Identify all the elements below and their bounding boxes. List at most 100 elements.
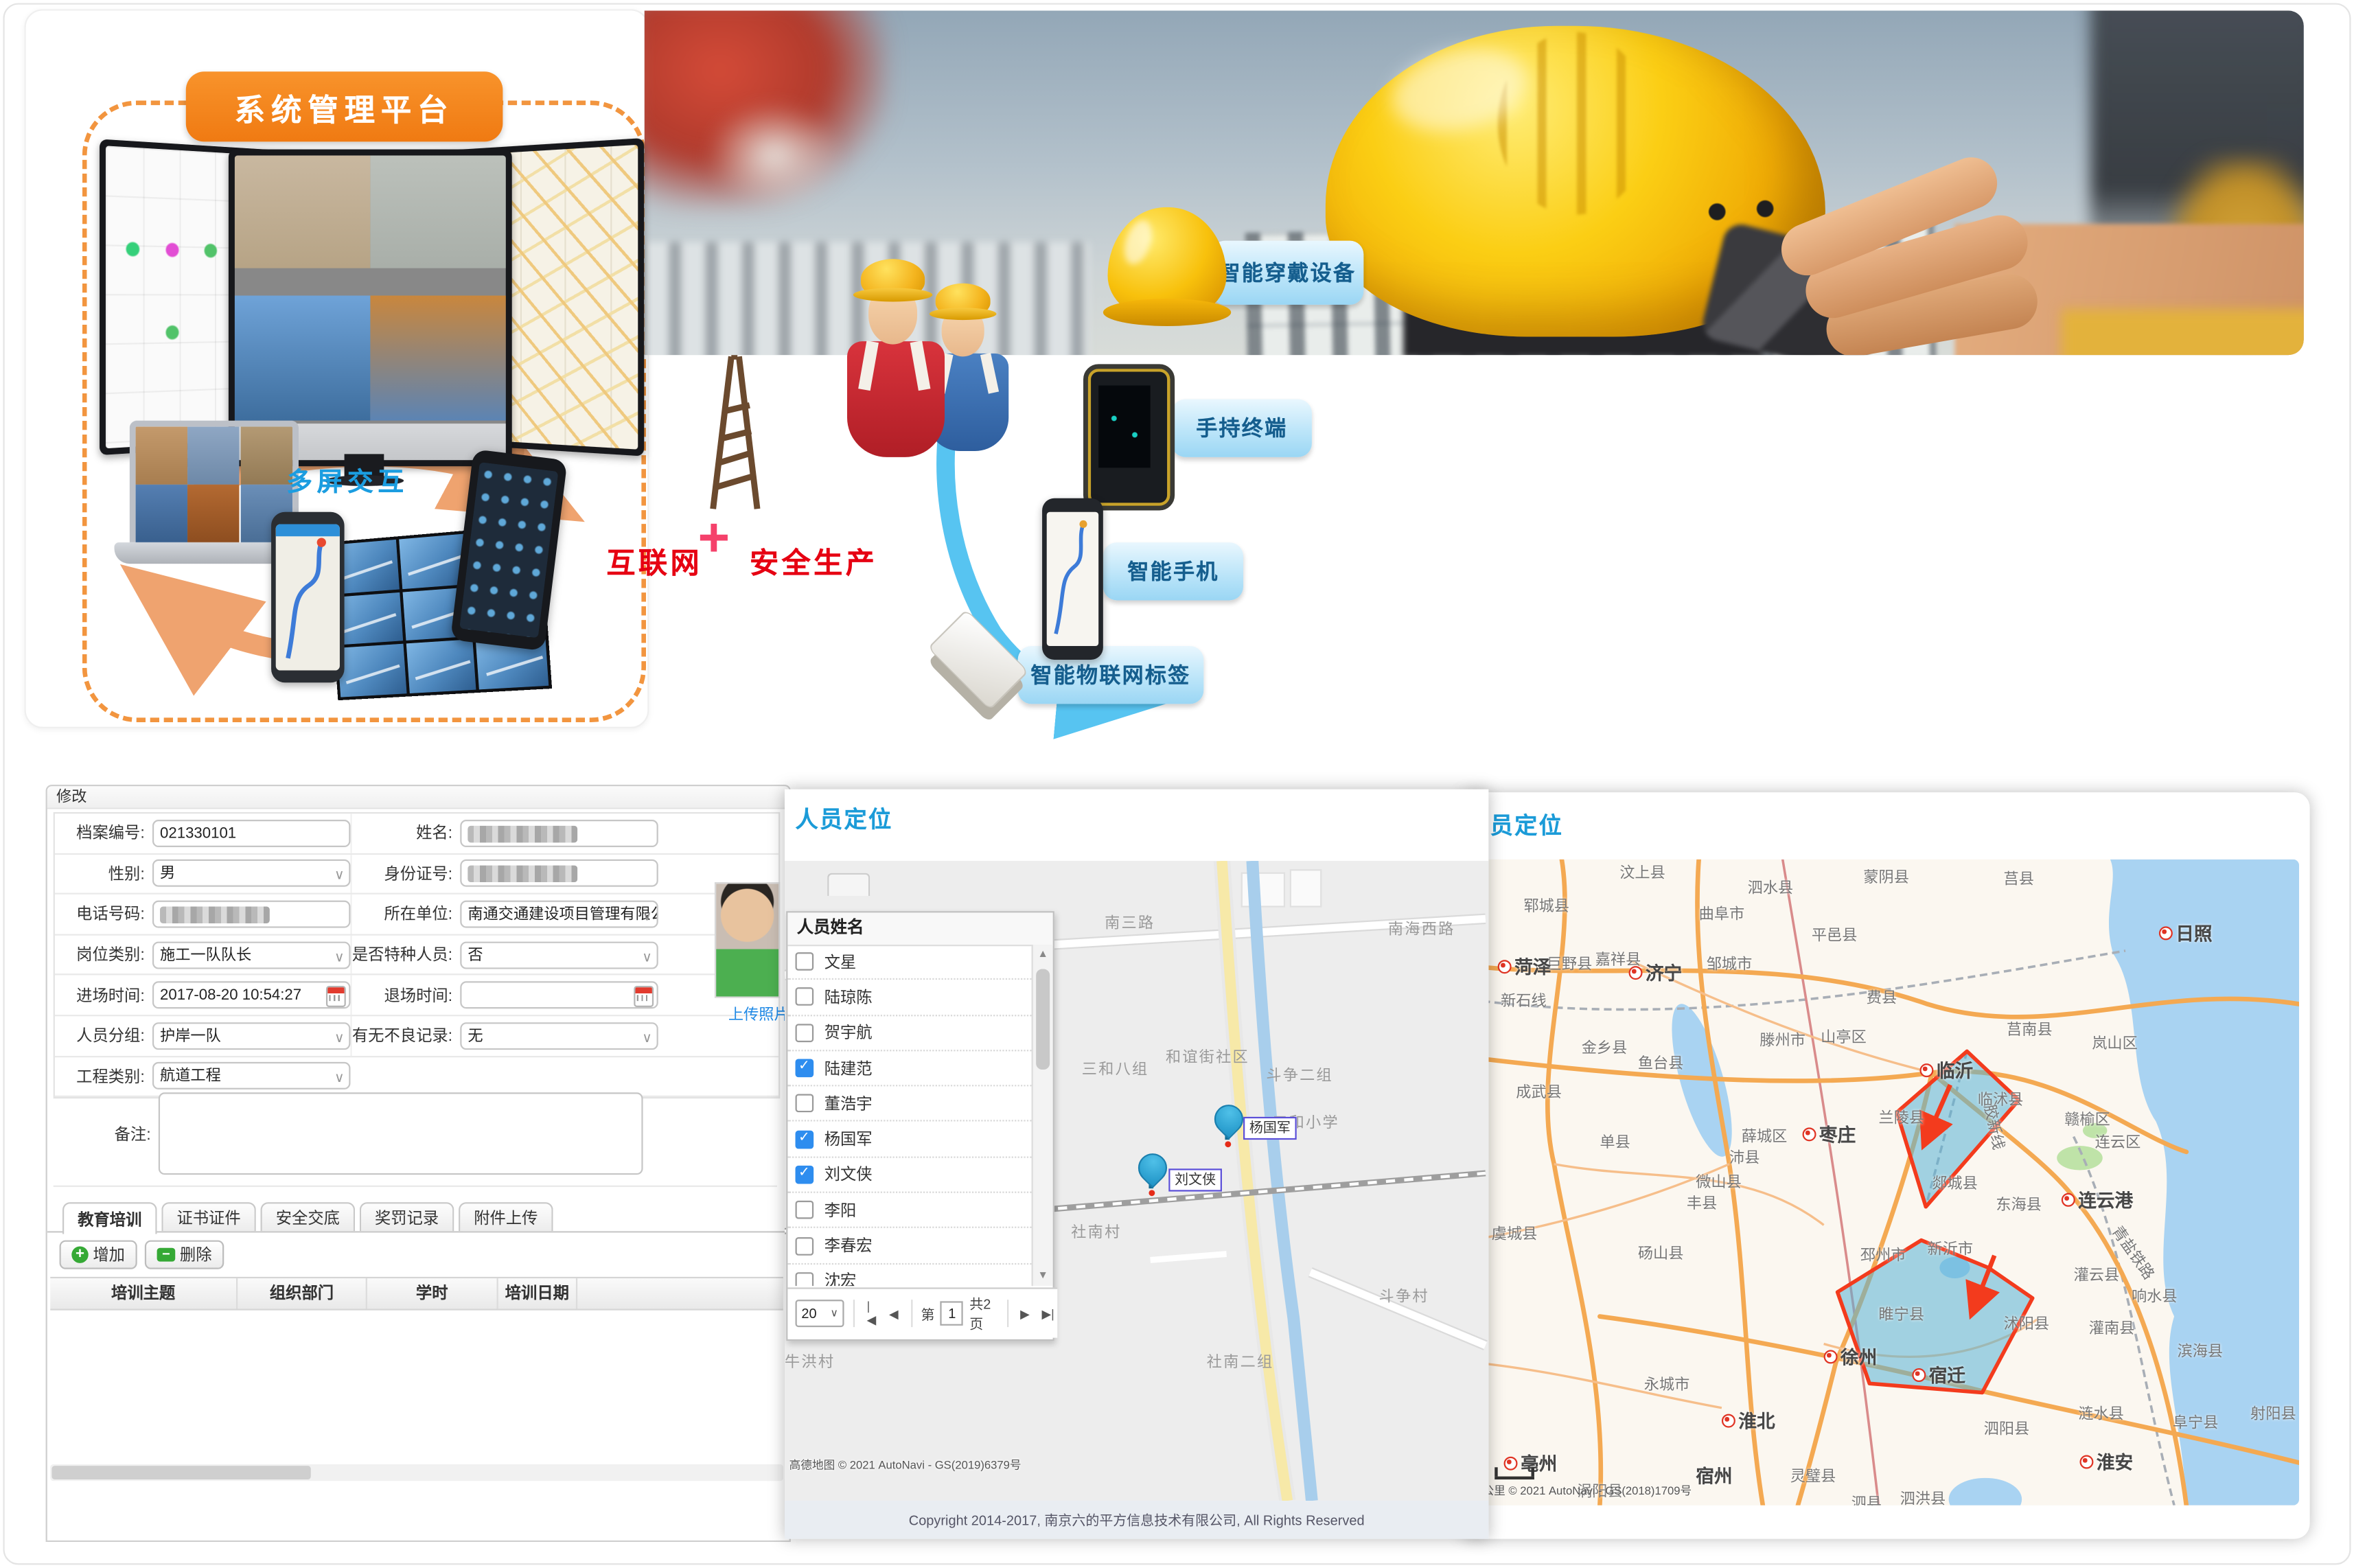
tab[interactable]: 安全交底 [261,1202,356,1231]
form-field[interactable]: ∨ [460,982,658,1009]
form-field[interactable]: 护岸一队 ∨ [152,1022,351,1050]
scroll-down-icon[interactable]: ▼ [1033,1266,1053,1286]
scrollbar-thumb[interactable] [1036,969,1050,1070]
map-label: 响水县 [2132,1283,2178,1306]
calendar-icon[interactable] [634,986,654,1007]
form-field[interactable]: ∨ [460,820,658,847]
personnel-location-panel: 人员定位 南三路南海西路三和八组和谊街社区斗争二组三和小学社南村斗争村牛洪六组牛… [785,789,1488,1539]
list-item[interactable]: 沈宏 [787,1264,1031,1286]
list-item[interactable]: 刘文侠 [787,1157,1031,1193]
prev-page-button[interactable]: ◀ [886,1306,902,1320]
personnel-edit-window: 修改 档案编号: 021330101 ∨ 姓名: ∨ [46,785,791,1542]
form-field[interactable]: ∨ [460,860,658,888]
field-label: 有无不良记录: [350,1016,460,1055]
tab[interactable]: 附件上传 [459,1202,553,1231]
form-field[interactable]: 施工一队队长 ∨ [152,941,351,969]
form-field[interactable]: 男 ∨ [152,860,351,888]
list-item[interactable]: 李春宏 [787,1229,1031,1265]
chevron-down-icon[interactable]: ∨ [334,862,345,888]
form-field[interactable]: 2017-08-20 10:54:27 ∨ [152,982,351,1009]
field-value: 021330101 [160,825,236,842]
list-item[interactable]: 陆琼陈 [787,980,1031,1016]
map-label: 灌云县 [2074,1262,2120,1284]
radio-tower-icon [713,341,757,509]
chevron-down-icon[interactable]: ∨ [334,943,345,969]
person-checkbox[interactable] [796,1236,814,1255]
chevron-down-icon[interactable]: ∨ [334,1024,345,1050]
delete-button[interactable]: −删除 [145,1241,224,1269]
tab[interactable]: 奖罚记录 [360,1202,454,1231]
list-scrollbar[interactable]: ▲ ▼ [1032,945,1053,1286]
scroll-up-icon[interactable]: ▲ [1033,945,1053,965]
add-button[interactable]: +增加 [60,1241,137,1269]
map-label: 鱼台县 [1638,1050,1684,1072]
page-total: 共2页 [969,1293,997,1333]
form-field[interactable]: 021330101 ∨ [152,820,351,847]
form-field[interactable]: 无 ∨ [460,1022,658,1050]
list-item[interactable]: 陆建范 [787,1051,1031,1087]
list-item[interactable]: 杨国军 [787,1122,1031,1158]
remark-textarea[interactable] [159,1092,643,1175]
person-checkbox[interactable] [796,1094,814,1113]
city-marker-icon [1824,1350,1838,1363]
form-row: 进场时间: 2017-08-20 10:54:27 ∨ 退场时间: ∨ [55,976,778,1016]
internet-label: 互联网 [606,541,702,582]
calendar-icon[interactable] [326,986,346,1007]
training-table-header: 培训主题组织部门学时培训日期 [50,1277,783,1311]
field-label: 所在单位: [350,895,460,934]
field-label: 档案编号: [55,822,152,844]
person-name: 刘文侠 [824,1163,873,1186]
field-value: 南通交通建设项目管理有限公司 [468,907,658,923]
map-label: 莒县 [2004,866,2034,888]
chevron-down-icon[interactable]: ∨ [642,1024,652,1050]
form-field[interactable]: ∨ [152,901,351,928]
person-checkbox[interactable] [796,988,814,1006]
chevron-down-icon[interactable]: ∨ [642,943,652,969]
form-field[interactable]: 否 ∨ [460,941,658,969]
form-field[interactable]: 南通交通建设项目管理有限公司 ∨ [460,901,658,928]
plus-icon: + [71,1246,88,1263]
plus-sign: + [697,506,730,570]
map-label: 郯城县 [1932,1170,1978,1192]
horizontal-scrollbar[interactable] [50,1464,783,1481]
map-label: 蒙阴县 [1863,864,1909,886]
person-checkbox[interactable] [796,1272,814,1286]
list-item[interactable]: 文星 [787,945,1031,980]
map-label: 邹城市 [1707,951,1753,973]
map-label: 三和八组 [1082,1056,1149,1079]
scrollbar-thumb[interactable] [51,1466,310,1479]
list-item[interactable]: 李阳 [787,1193,1031,1229]
person-checkbox[interactable] [796,952,814,971]
chevron-down-icon[interactable]: ∨ [642,902,652,928]
page-size-select[interactable]: 20∨ [796,1300,844,1327]
city-marker-icon [1722,1414,1735,1428]
region-map[interactable]: 郓城县 汶上县 泗水县 曲阜市 [1470,860,2299,1506]
map-label: 邳州市 [1860,1242,1906,1265]
column-header: 培训主题 [50,1278,238,1308]
smartphone-pill: 智能手机 [1103,542,1243,600]
form-row: 电话号码: ∨ 所在单位: 南通交通建设项目管理有限公司 ∨ [55,895,778,935]
last-page-button[interactable]: ▶| [1039,1306,1057,1320]
person-checkbox[interactable] [796,1059,814,1078]
map-label: 泗洪县 [1900,1486,1946,1506]
map-label: 连云港 [2062,1187,2133,1213]
person-checkbox[interactable] [796,1166,814,1184]
next-page-button[interactable]: ▶ [1017,1306,1033,1320]
person-checkbox[interactable] [796,1201,814,1219]
tab[interactable]: 证书证件 [161,1202,256,1231]
upload-photo-link[interactable]: 上传照片 [728,1001,789,1024]
first-page-button[interactable]: |◀ [864,1300,880,1327]
tab[interactable]: 教育培训 [62,1202,157,1234]
list-item[interactable]: 董浩宇 [787,1087,1031,1122]
map-label: 单县 [1600,1129,1630,1152]
personnel-map[interactable]: 南三路南海西路三和八组和谊街社区斗争二组三和小学社南村斗争村牛洪六组牛洪村社南二… [785,861,1488,1501]
person-name: 贺宇航 [824,1022,873,1044]
page-number-input[interactable]: 1 [941,1301,963,1326]
list-item[interactable]: 贺宇航 [787,1015,1031,1051]
map-label: 新石线 [1501,987,1547,1010]
city-marker-icon [1498,960,1512,973]
pin-ground-dot [1149,1190,1155,1196]
person-checkbox[interactable] [796,1130,814,1149]
person-checkbox[interactable] [796,1024,814,1042]
map-label: 泗阳县 [1984,1416,2030,1438]
